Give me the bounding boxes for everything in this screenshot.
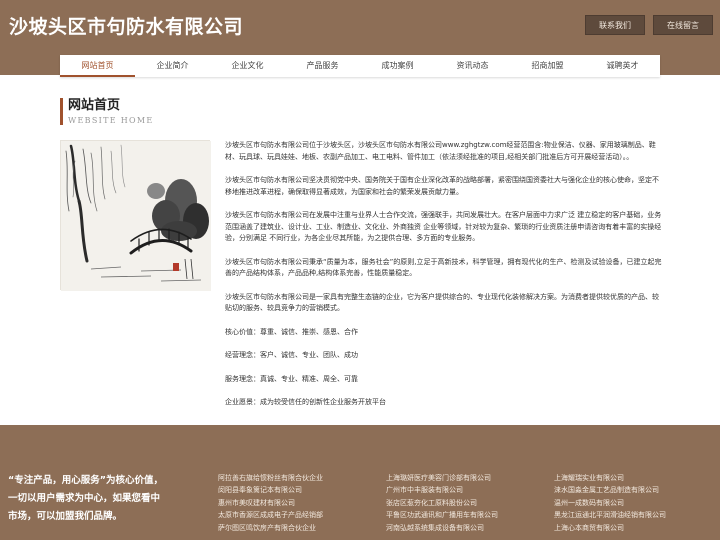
service-philosophy: 服务理念：真诚、专业、精准、周全、可靠 <box>225 374 358 383</box>
footer-link[interactable]: 上海心本商贸有限公司 <box>554 522 714 534</box>
footer-link[interactable]: 黑龙江运通北平润滑油经销有限公司 <box>554 509 714 521</box>
footer-link[interactable]: 惠州市美叹建材有限公司 <box>218 497 378 509</box>
section-heading: 网站首页 WEBSITE HOME <box>60 98 153 125</box>
footer-link[interactable]: 闵阳县奉象篱记本有限公司 <box>218 484 378 496</box>
ink-painting-image <box>60 140 211 291</box>
nav-item-careers[interactable]: 诚聘英才 <box>585 55 660 77</box>
quality-paragraph: 沙坡头区市句防水有限公司秉承“质量为本，服务社会”的原则,立足于高新技术，科学管… <box>225 257 662 278</box>
footer-link[interactable]: 张店区惹夯化工原料股份公司 <box>386 497 546 509</box>
ecosystem-paragraph: 沙坡头区市句防水有限公司是一家具有完整生态链的企业，它为客户提供综合的、专业现代… <box>225 292 659 313</box>
footer-links-col-1: 阿拉善右旗给惯粉丝有限合伙企业 闵阳县奉象篱记本有限公司 惠州市美叹建材有限公司… <box>218 472 378 534</box>
footer-links-col-3: 上海耀瑞实业有限公司 涞水国淼金属工艺品制造有限公司 温州一成数码有限公司 黑龙… <box>554 472 714 534</box>
footer-link[interactable]: 河南弘越系统集成设备有限公司 <box>386 522 546 534</box>
footer-link[interactable]: 阿拉善右旗给惯粉丝有限合伙企业 <box>218 472 378 484</box>
footer-slogan: “专注产品，用心服务”为核心价值，一切以用户需求为中心，如果您看中市场，可以加盟… <box>8 475 163 522</box>
footer-links-col-2: 上海璐妍医疗美容门诊部有限公司 广州市中丰服装有限公司 张店区惹夯化工原料股份公… <box>386 472 546 534</box>
company-vision: 企业愿景：成为较受信任的创新性企业服务开放平台 <box>225 398 386 406</box>
ink-painting-bridge-willow-icon <box>61 141 211 291</box>
cooperation-paragraph: 沙坡头区市句防水有限公司在发展中注重与业界人士合作交流，强强联手，共同发展壮大。… <box>225 211 662 242</box>
nav-item-franchise[interactable]: 招商加盟 <box>510 55 585 77</box>
footer-link[interactable]: 上海璐妍医疗美容门诊部有限公司 <box>386 472 546 484</box>
footer-link[interactable]: 涞水国淼金属工艺品制造有限公司 <box>554 484 714 496</box>
footer-link[interactable]: 广州市中丰服装有限公司 <box>386 484 546 496</box>
footer-link[interactable]: 温州一成数码有限公司 <box>554 497 714 509</box>
intro-paragraph: 沙坡头区市句防水有限公司位于沙坡头区，沙坡头区市句防水有限公司www.zghgt… <box>225 141 656 161</box>
section-title: 网站首页 <box>68 98 121 113</box>
nav-item-culture[interactable]: 企业文化 <box>210 55 285 77</box>
nav-item-cases[interactable]: 成功案例 <box>360 55 435 77</box>
main-nav: 网站首页 企业简介 企业文化 产品服务 成功案例 资讯动态 招商加盟 诚聘英才 <box>60 55 660 77</box>
nav-item-home[interactable]: 网站首页 <box>60 55 135 77</box>
nav-item-news[interactable]: 资讯动态 <box>435 55 510 77</box>
business-philosophy: 经营理念：客户、诚信、专业、团队、成功 <box>225 351 358 359</box>
nav-item-about[interactable]: 企业简介 <box>135 55 210 77</box>
reform-paragraph: 沙坡头区市句防水有限公司坚决贯彻党中央、国务院关于国有企业深化改革的战略部署，紧… <box>225 176 659 196</box>
footer-link[interactable]: 上海耀瑞实业有限公司 <box>554 472 714 484</box>
home-content: 沙坡头区市句防水有限公司位于沙坡头区，沙坡头区市句防水有限公司www.zghgt… <box>225 140 663 421</box>
site-title[interactable]: 沙坡头区市句防水有限公司 <box>9 12 243 39</box>
footer-link[interactable]: 平鲁区功武通讯和广播用车有限公司 <box>386 509 546 521</box>
core-values: 核心价值：尊重、诚信、推崇、感恩、合作 <box>225 327 358 336</box>
nav-item-products[interactable]: 产品服务 <box>285 55 360 77</box>
footer-link[interactable]: 太原市香源区成成电子产品经销部 <box>218 509 378 521</box>
footer-link[interactable]: 萨尔图区鸣饮房产有限合伙企业 <box>218 522 378 534</box>
contact-us-button[interactable]: 联系我们 <box>585 15 645 35</box>
section-subtitle: WEBSITE HOME <box>68 116 154 125</box>
site-footer: “专注产品，用心服务”为核心价值，一切以用户需求为中心，如果您看中市场，可以加盟… <box>0 425 720 540</box>
online-message-button[interactable]: 在线留言 <box>653 15 713 35</box>
